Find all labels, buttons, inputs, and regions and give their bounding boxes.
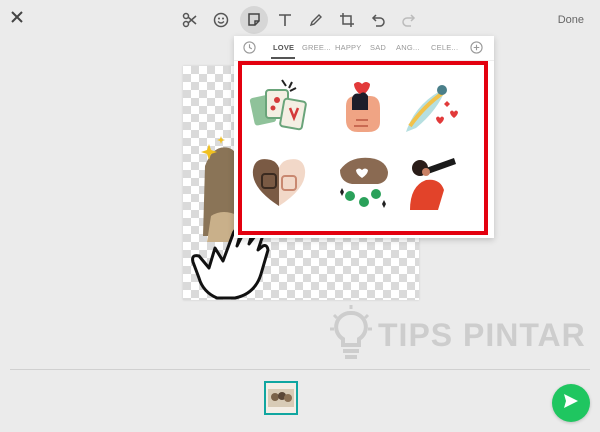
bottom-divider <box>10 369 590 370</box>
tab-angry[interactable]: ANG... <box>396 43 420 52</box>
send-icon <box>562 392 580 415</box>
editor-toolbar: Done <box>0 0 600 40</box>
tab-celebrate[interactable]: CELE... <box>431 43 458 52</box>
tab-sad[interactable]: SAD <box>370 43 386 52</box>
image-thumbnail[interactable] <box>264 381 298 415</box>
plus-circle-icon[interactable] <box>470 41 483 59</box>
tab-love[interactable]: LOVE <box>273 43 294 52</box>
clock-icon[interactable] <box>243 41 256 59</box>
redo-icon[interactable] <box>398 9 420 31</box>
emoji-icon[interactable] <box>210 9 232 31</box>
tab-happy[interactable]: HAPPY <box>335 43 361 52</box>
sticker-category-bar: LOVE GREE... HAPPY SAD ANG... CELE... <box>234 36 494 61</box>
pencil-icon[interactable] <box>305 9 327 31</box>
watermark-text: TIPS PINTAR <box>378 316 586 353</box>
sticker-icon[interactable] <box>240 6 268 34</box>
text-icon[interactable] <box>274 9 296 31</box>
close-icon[interactable] <box>10 10 26 26</box>
send-button[interactable] <box>552 384 590 422</box>
lightbulb-icon <box>330 304 372 366</box>
sticker-highlight-box <box>238 61 488 235</box>
crop-rotate-icon[interactable] <box>336 9 358 31</box>
done-button[interactable]: Done <box>558 14 584 26</box>
tab-greetings[interactable]: GREE... <box>302 43 331 52</box>
watermark: TIPS PINTAR <box>330 304 586 366</box>
scissors-icon[interactable] <box>179 9 201 31</box>
active-tab-underline <box>271 57 295 59</box>
undo-icon[interactable] <box>367 9 389 31</box>
